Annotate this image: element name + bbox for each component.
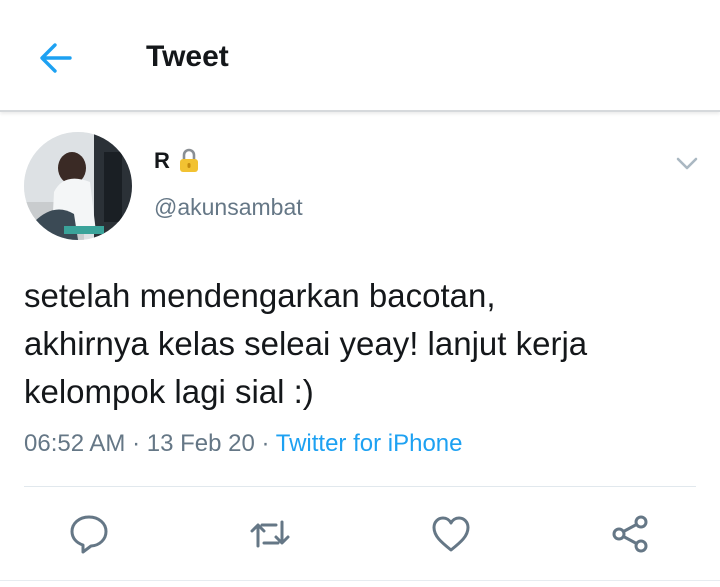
user-handle[interactable]: @akunsambat xyxy=(154,194,303,221)
tweet-meta: 06:52 AM · 13 Feb 20 · Twitter for iPhon… xyxy=(24,430,463,458)
chevron-down-icon xyxy=(676,157,698,170)
tweet-time: 06:52 AM xyxy=(24,430,126,457)
retweet-icon xyxy=(250,520,290,548)
arrow-left-icon xyxy=(40,43,72,73)
tweet-source-link[interactable]: Twitter for iPhone xyxy=(276,430,463,457)
heart-icon xyxy=(432,516,470,552)
reply-icon xyxy=(70,515,108,554)
reply-button[interactable] xyxy=(67,512,111,556)
page-title: Tweet xyxy=(146,40,229,73)
share-button[interactable] xyxy=(608,512,652,556)
lock-icon xyxy=(178,148,200,174)
divider xyxy=(24,486,696,487)
avatar-photo xyxy=(24,132,132,240)
top-bar: Tweet xyxy=(0,0,720,112)
more-options-button[interactable] xyxy=(672,150,702,176)
bottom-divider xyxy=(0,580,720,581)
tweet-text: setelah mendengarkan bacotan, akhirnya k… xyxy=(24,272,704,416)
meta-separator: · xyxy=(132,430,141,457)
tweet-text-line: kelompok lagi sial :) xyxy=(24,373,314,410)
tweet-date: 13 Feb 20 xyxy=(146,430,255,457)
avatar[interactable] xyxy=(24,132,132,240)
retweet-button[interactable] xyxy=(248,512,292,556)
back-button[interactable] xyxy=(36,38,76,78)
user-name[interactable]: R xyxy=(154,148,170,174)
tweet-text-line: setelah mendengarkan bacotan, xyxy=(24,277,496,314)
tweet-text-line: akhirnya kelas seleai yeay! lanjut kerja xyxy=(24,325,588,362)
meta-separator: · xyxy=(261,430,270,457)
share-icon xyxy=(612,515,648,553)
like-button[interactable] xyxy=(429,512,473,556)
